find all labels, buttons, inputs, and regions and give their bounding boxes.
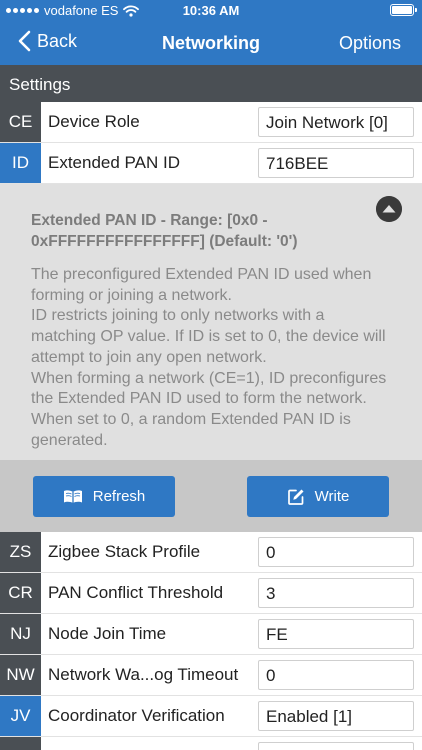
pan-conflict-threshold-field[interactable]: 3 (258, 578, 414, 608)
setting-name: Device Role (48, 112, 140, 131)
help-description: The preconfigured Extended PAN ID used w… (31, 265, 391, 451)
chevron-left-icon (18, 30, 31, 52)
help-line: The preconfigured Extended PAN ID used w… (31, 266, 372, 304)
navigation-bar: Back Networking Options (0, 22, 422, 65)
setting-row-nw[interactable]: NW Network Wa...og Timeout 0 (0, 655, 422, 696)
setting-row-cr[interactable]: CR PAN Conflict Threshold 3 (0, 573, 422, 614)
coordinator-verification-field[interactable]: Enabled [1] (258, 701, 414, 731)
back-label: Back (37, 30, 78, 51)
setting-code-badge: NW (0, 655, 41, 695)
help-line: ID restricts joining to only networks wi… (31, 307, 386, 366)
help-line: When forming a network (CE=1), ID precon… (31, 369, 387, 449)
setting-code-badge: CE (0, 102, 41, 142)
action-bar: Refresh Write (0, 460, 422, 532)
setting-name: Zigbee Stack Profile (48, 542, 201, 561)
network-watchdog-timeout-field[interactable]: 0 (258, 660, 414, 690)
setting-code-badge: JV (0, 696, 41, 736)
setting-row-ce[interactable]: CE Device Role Join Network [0] (0, 102, 422, 143)
write-button[interactable]: Write (247, 476, 389, 517)
write-label: Write (314, 488, 350, 505)
partial-field (258, 742, 414, 750)
extended-pan-id-field[interactable]: 716BEE (258, 148, 414, 178)
setting-code-badge: NJ (0, 614, 41, 654)
setting-row-jv[interactable]: JV Coordinator Verification Enabled [1] (0, 696, 422, 737)
setting-code-badge: ID (0, 143, 41, 183)
setting-code-badge: ZS (0, 532, 41, 572)
help-panel: Extended PAN ID - Range: [0x0 - 0xFFFFFF… (0, 184, 422, 460)
edit-icon (287, 489, 304, 505)
help-title: Extended PAN ID - Range: [0x0 - 0xFFFFFF… (31, 212, 298, 250)
setting-name: PAN Conflict Threshold (48, 583, 224, 602)
back-button[interactable]: Back (18, 30, 77, 52)
setting-name: Network Wa...og Timeout (48, 665, 239, 684)
status-bar: vodafone ES 10:36 AM (0, 0, 422, 22)
zigbee-stack-profile-field[interactable]: 0 (258, 537, 414, 567)
setting-row-partial (0, 737, 422, 750)
setting-name: Node Join Time (48, 624, 167, 643)
setting-row-zs[interactable]: ZS Zigbee Stack Profile 0 (0, 532, 422, 573)
setting-code-badge: CR (0, 573, 41, 613)
battery-area (390, 4, 417, 16)
refresh-button[interactable]: Refresh (33, 476, 175, 517)
book-open-icon (63, 490, 82, 503)
node-join-time-field[interactable]: FE (258, 619, 414, 649)
clock: 10:36 AM (182, 3, 240, 18)
settings-section-header: Settings (0, 65, 422, 102)
battery-icon (390, 4, 417, 16)
setting-name: Extended PAN ID (48, 153, 180, 172)
options-button[interactable]: Options (339, 33, 401, 54)
setting-row-nj[interactable]: NJ Node Join Time FE (0, 614, 422, 655)
setting-code-badge (0, 737, 41, 750)
device-role-field[interactable]: Join Network [0] (258, 107, 414, 137)
setting-row-id[interactable]: ID Extended PAN ID 716BEE (0, 143, 422, 184)
chevron-up-circle-icon[interactable] (376, 196, 402, 222)
refresh-label: Refresh (92, 488, 146, 505)
setting-name: Coordinator Verification (48, 706, 225, 725)
